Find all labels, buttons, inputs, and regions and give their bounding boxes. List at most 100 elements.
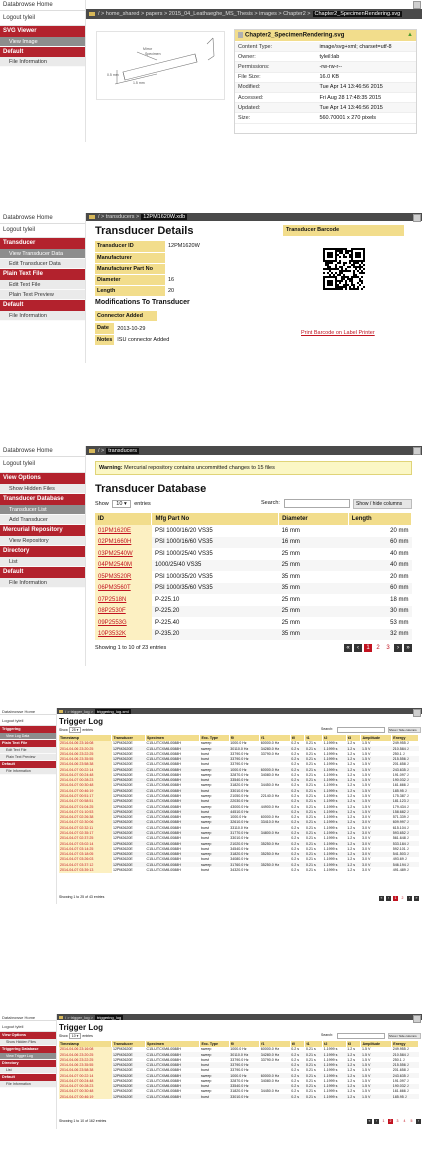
sidebar-item-edit-text-file[interactable]: Edit Text File (0, 747, 56, 754)
sidebar-item-show-hidden-files[interactable]: Show Hidden Files (0, 1039, 56, 1046)
table-row[interactable]: 10P3532K P-235.20 35 mm 32 mm (95, 628, 412, 640)
breadcrumb-path[interactable]: / > (98, 448, 104, 454)
transducer-id-link[interactable]: 10P3532K (95, 628, 152, 640)
sidebar-item-edit-transducer-data[interactable]: Edit Transducer Data (0, 259, 85, 269)
table-row[interactable]: 2014-04-07 03:39:13 12PM2620E C15-UTCXM8-0… (59, 867, 419, 873)
page-5-button[interactable]: 5 (409, 1119, 414, 1124)
first-page-button[interactable]: « (344, 644, 352, 652)
sidebar-item-transducer-list[interactable]: Transducer List (0, 505, 85, 515)
table-row[interactable]: 2014-04-07 00:28:23 12PM2620E C15-UTCXM8-0… (59, 1083, 419, 1089)
last-page-button[interactable]: » (414, 896, 419, 901)
logout-link[interactable]: Logout tyleil (0, 1021, 56, 1032)
table-row[interactable]: 2014-04-07 00:28:23 12PM2620E C15-UTCXM8-0… (59, 777, 419, 783)
table-row[interactable]: 2014-04-07 01:04:25 12PM2620E C15-UTCXM8-0… (59, 803, 419, 810)
column-header-diameter[interactable]: Diameter (278, 513, 349, 525)
table-row[interactable]: 05PM3520R PSI 1000/35/20 VS35 35 mm 20 mm (95, 571, 412, 583)
sidebar-item-view-transducer-data[interactable]: View Transducer Data (0, 249, 85, 259)
sidebar-item-plain-text-preview[interactable]: Plain Text Preview (0, 754, 56, 761)
table-row[interactable]: 2014-04-07 00:22:14 12PM2620E C15-UTCXM8-0… (59, 767, 419, 773)
prev-page-button[interactable]: ‹ (374, 1119, 379, 1124)
page-3-button[interactable]: 3 (395, 1119, 400, 1124)
logout-link[interactable]: Logout tyleil (0, 11, 85, 26)
sidebar-item-show-hidden-files[interactable]: Show Hidden Files (0, 484, 85, 494)
table-row[interactable]: 2014-04-07 02:30:06 12PM2620E C15-UTCXM8-0… (59, 819, 419, 826)
sidebar-item-view-repository[interactable]: View Repository (0, 536, 85, 546)
sidebar-item-file-information[interactable]: File Information (0, 57, 85, 67)
print-barcode-link[interactable]: Print Barcode on Label Printer (301, 330, 375, 336)
table-row[interactable]: 2014-04-07 00:24:48 12PM2620E C15-UTCXM8-0… (59, 772, 419, 778)
table-row[interactable]: 08P2530F P-225.20 25 mm 30 mm (95, 605, 412, 617)
table-row[interactable]: 04PM2540M 1000/25/40 VS35 25 mm 40 mm (95, 559, 412, 571)
table-row[interactable]: 2014-04-06 23:58:38 12PM2620E C15-UTCXM8-0… (59, 1067, 419, 1073)
table-row[interactable]: 2014-04-07 00:46:19 12PM2620E C15-UTCXM8-0… (59, 788, 419, 794)
entries-select[interactable]: 10 ▾ (68, 1033, 82, 1039)
table-row[interactable]: 2014-04-07 00:30:48 12PM2620E C15-UTCXM8-0… (59, 1088, 419, 1095)
logout-link[interactable]: Logout tyleil (0, 224, 85, 238)
transducer-id-link[interactable]: 03PM2540W (95, 548, 152, 560)
table-row[interactable]: 2014-04-07 02:35:17 12PM2620E C15-UTCXM8-0… (59, 830, 419, 836)
search-input[interactable] (284, 499, 350, 508)
column-header-id[interactable]: ID (95, 513, 153, 525)
table-row[interactable]: 2014-04-07 00:51:17 12PM2620E C15-UTCXM8-0… (59, 793, 419, 799)
breadcrumb-path[interactable]: / > transducers > (98, 214, 139, 220)
table-row[interactable]: 2014-04-06 23:16:08 12PM2620E C15-UTCXM8-0… (59, 740, 419, 746)
search-input[interactable] (337, 727, 385, 733)
sidebar-item-file-information[interactable]: File Information (0, 768, 56, 775)
table-row[interactable]: 2014-04-07 03:18:05 12PM2620E C15-UTCXM8-0… (59, 851, 419, 857)
table-row[interactable]: 2014-04-06 23:35:55 12PM2620E C15-UTCXM8-0… (59, 756, 419, 762)
table-row[interactable]: 09P2553G P-225.40 25 mm 53 mm (95, 617, 412, 629)
sidebar-item-plain-text-preview[interactable]: Plain Text Preview (0, 290, 85, 300)
transducer-id-link[interactable]: 09P2553G (95, 617, 152, 629)
table-row[interactable]: 2014-04-06 23:58:38 12PM2620E C15-UTCXM8-0… (59, 761, 419, 767)
column-header-mfg-part-no[interactable]: Mfg Part No (151, 513, 280, 525)
table-row[interactable]: 2014-04-07 03:37:12 12PM2620E C15-UTCXM8-0… (59, 862, 419, 868)
table-row[interactable]: 2014-04-07 03:26:03 12PM2620E C15-UTCXM8-0… (59, 856, 419, 863)
table-row[interactable]: 2014-04-06 23:16:08 12PM2620E C15-UTCXM8-0… (59, 1046, 419, 1052)
sidebar-item-file-information[interactable]: File Information (0, 311, 85, 321)
databrowse-home-link[interactable]: Databrowse Home (0, 0, 85, 11)
transducer-id-link[interactable]: 02PM1660H (95, 536, 152, 548)
sidebar-item-add-transducer[interactable]: Add Transducer (0, 515, 85, 525)
sidebar-item-view-log-data[interactable]: View Log Data (0, 733, 56, 740)
search-input[interactable] (337, 1033, 385, 1039)
table-row[interactable]: 2014-04-07 02:37:25 12PM2620E C15-UTCXM8-0… (59, 835, 419, 841)
page-1-button[interactable]: 1 (381, 1119, 386, 1124)
show-hide-columns-button[interactable]: Show / hide columns (388, 727, 421, 733)
table-row[interactable]: 2014-04-07 00:46:19 12PM2620E C15-UTCXM8-0… (59, 1094, 419, 1100)
databrowse-home-link[interactable]: Databrowse Home (0, 708, 56, 715)
table-row[interactable]: 2014-04-06 23:22:25 12PM2620E C15-UTCXM8-0… (59, 751, 419, 757)
first-page-button[interactable]: « (379, 896, 384, 901)
sidebar-item-view-image[interactable]: View Image (0, 37, 85, 47)
prev-page-button[interactable]: ‹ (386, 896, 391, 901)
sidebar-item-file-information[interactable]: File Information (0, 578, 85, 588)
table-row[interactable]: 07P2518N P-225.10 25 mm 18 mm (95, 594, 412, 606)
table-row[interactable]: 01PM1620E PSI 1000/16/20 VS35 16 mm 20 mm (95, 525, 412, 537)
table-row[interactable]: 2014-04-07 03:02:14 12PM2620E C15-UTCXM8-0… (59, 840, 419, 847)
table-row[interactable]: 2014-04-06 23:20:25 12PM2620E C15-UTCXM8-0… (59, 1051, 419, 1058)
page-2-button[interactable]: 2 (400, 896, 405, 901)
table-row[interactable]: 2014-04-07 00:58:51 12PM2620E C15-UTCXM8-0… (59, 798, 419, 804)
table-row[interactable]: 2014-04-07 00:22:14 12PM2620E C15-UTCXM8-0… (59, 1073, 419, 1079)
table-row[interactable]: 03PM2540W PSI 1000/25/40 VS35 25 mm 40 mm (95, 548, 412, 560)
transducer-id-link[interactable]: 07P2518N (95, 594, 152, 606)
table-row[interactable]: 2014-04-07 02:32:11 12PM2620E C15-UTCXM8-0… (59, 825, 419, 831)
transducer-id-link[interactable]: 06PM3560T (95, 582, 152, 594)
logout-link[interactable]: Logout tyleil (0, 715, 56, 726)
sidebar-item-list[interactable]: List (0, 557, 85, 567)
logout-link[interactable]: Logout tyleil (0, 457, 85, 473)
next-page-button[interactable]: › (416, 1119, 421, 1124)
page-3-button[interactable]: 3 (384, 644, 392, 652)
sidebar-item-file-information[interactable]: File Information (0, 1081, 56, 1088)
sidebar-item-view-trigger-log[interactable]: View Trigger Log (0, 1053, 56, 1060)
page-1-button[interactable]: 1 (393, 896, 398, 901)
transducer-id-link[interactable]: 08P2530F (95, 605, 152, 617)
transducer-id-link[interactable]: 04PM2540M (95, 559, 152, 571)
column-header-length[interactable]: Length (348, 513, 413, 525)
databrowse-home-link[interactable]: Databrowse Home (0, 446, 85, 457)
table-row[interactable]: 2014-04-06 23:35:55 12PM2620E C15-UTCXM8-0… (59, 1062, 419, 1068)
transducer-id-link[interactable]: 05PM3520R (95, 571, 152, 583)
prev-page-button[interactable]: ‹ (354, 644, 362, 652)
transducer-id-link[interactable]: 01PM1620E (95, 525, 152, 537)
next-page-button[interactable]: › (394, 644, 402, 652)
breadcrumb-path[interactable]: / > home_shared > papers > 2015_04_Leath… (98, 11, 311, 17)
